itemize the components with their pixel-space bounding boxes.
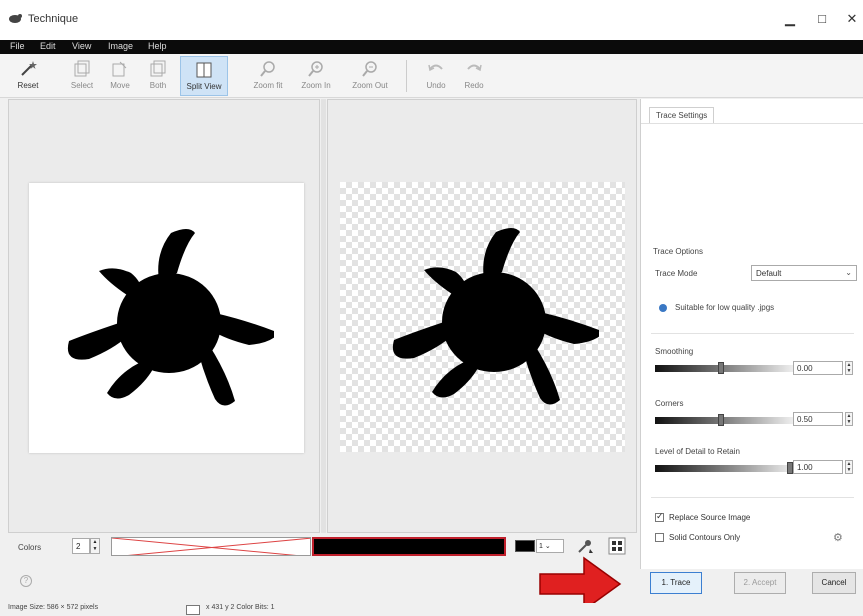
traced-view-pane[interactable]	[327, 99, 637, 533]
turtle-silhouette	[67, 229, 274, 406]
toolbar-separator	[406, 60, 407, 92]
detail-input[interactable]: 1.00	[793, 460, 843, 474]
corners-slider[interactable]	[655, 414, 793, 426]
gear-icon[interactable]: ⚙	[833, 532, 845, 544]
trace-settings-panel: Trace Settings Trace Options Trace Mode …	[640, 99, 863, 569]
transparent-color-swatch[interactable]	[111, 537, 311, 556]
select-icon	[74, 60, 90, 77]
wand-icon	[21, 61, 37, 76]
colors-count-stepper[interactable]: ▲ ▼	[90, 538, 100, 554]
trace-mode-value: Default	[756, 269, 782, 278]
color-preview-box	[186, 605, 200, 615]
eyedropper-icon[interactable]	[576, 537, 594, 555]
menu-image[interactable]: Image	[108, 41, 133, 51]
title-bar: Technique ▁ □ ✕	[0, 0, 863, 40]
zoom-fit-icon	[260, 61, 275, 77]
corners-label: Corners	[655, 399, 684, 408]
redo-button[interactable]: Redo	[450, 56, 498, 96]
corners-slider-thumb[interactable]	[718, 414, 724, 426]
trace-mode-hint: Suitable for low quality .jpgs	[675, 303, 775, 312]
info-icon	[659, 304, 667, 312]
black-color-swatch[interactable]	[312, 537, 506, 556]
trace-mode-label: Trace Mode	[655, 269, 698, 278]
split-view-button[interactable]: Split View	[180, 56, 228, 96]
menu-file[interactable]: File	[10, 41, 25, 51]
window-title: Technique	[28, 13, 79, 25]
traced-image[interactable]	[340, 182, 625, 452]
tracer-window: Technique ▁ □ ✕ File Edit View Image Hel…	[0, 0, 863, 616]
tab-trace-settings[interactable]: Trace Settings	[649, 107, 715, 123]
undo-icon	[428, 64, 443, 72]
menu-view[interactable]: View	[72, 41, 91, 51]
status-bar: Image Size: 586 × 572 pixels x 431 y 2 C…	[0, 603, 863, 616]
zoom-in-button[interactable]: Zoom In	[292, 56, 340, 96]
trace-button[interactable]: 1. Trace	[650, 572, 702, 594]
turtle-silhouette-traced	[392, 228, 599, 405]
smoothing-stepper[interactable]: ▲ ▼	[845, 361, 853, 375]
foreground-color-swatch[interactable]	[515, 540, 535, 552]
foreground-value: 1	[539, 543, 543, 550]
app-icon	[9, 14, 22, 23]
accept-button[interactable]: 2. Accept	[734, 572, 786, 594]
cursor-color-status: x 431 y 2 Color Bits: 1	[206, 604, 275, 611]
zoom-out-icon	[362, 61, 377, 77]
source-image[interactable]	[29, 183, 304, 453]
zoom-fit-button[interactable]: Zoom fit	[244, 56, 292, 96]
source-view-pane[interactable]	[8, 99, 320, 533]
image-size-status: Image Size: 586 × 572 pixels	[8, 604, 99, 611]
menu-edit[interactable]: Edit	[40, 41, 56, 51]
toolbar: Reset Select Move Both Split View Zoom f…	[0, 54, 863, 98]
minimize-button[interactable]: ▁	[776, 8, 804, 30]
solid-contours-label: Solid Contours Only	[669, 533, 741, 542]
colors-label: Colors	[18, 543, 42, 552]
no-color-cross	[112, 538, 310, 555]
section-divider	[651, 497, 854, 498]
detail-slider[interactable]	[655, 462, 793, 474]
both-icon	[150, 60, 166, 77]
corners-stepper[interactable]: ▲ ▼	[845, 412, 853, 426]
pane-splitter[interactable]	[321, 99, 326, 533]
help-icon[interactable]: ?	[20, 575, 32, 587]
detail-label: Level of Detail to Retain	[655, 447, 740, 456]
maximize-button[interactable]: □	[808, 8, 836, 30]
smoothing-slider-thumb[interactable]	[718, 362, 724, 374]
zoom-out-button[interactable]: Zoom Out	[346, 56, 394, 96]
solid-contours-checkbox[interactable]	[655, 533, 664, 542]
detail-stepper[interactable]: ▲ ▼	[845, 460, 853, 474]
redo-icon	[467, 64, 482, 72]
smoothing-slider[interactable]	[655, 362, 793, 374]
palette-grid-icon[interactable]	[608, 537, 626, 555]
trace-mode-select[interactable]: Default ⌄	[751, 265, 857, 281]
zoom-in-icon	[308, 61, 323, 77]
replace-source-label: Replace Source Image	[669, 513, 751, 522]
reset-button[interactable]: Reset	[4, 56, 52, 96]
both-button[interactable]: Both	[134, 56, 182, 96]
menu-help[interactable]: Help	[148, 41, 167, 51]
replace-source-checkbox[interactable]	[655, 511, 664, 522]
trace-options-title: Trace Options	[653, 247, 703, 256]
split-view-icon	[196, 62, 212, 78]
cancel-button[interactable]: Cancel	[812, 572, 856, 594]
menu-bar: File Edit View Image Help	[0, 40, 863, 54]
corners-input[interactable]: 0.50	[793, 412, 843, 426]
smoothing-input[interactable]: 0.00	[793, 361, 843, 375]
smoothing-label: Smoothing	[655, 347, 694, 356]
colors-count-input[interactable]: 2	[72, 538, 90, 554]
section-divider	[651, 333, 854, 334]
close-button[interactable]: ✕	[838, 8, 863, 30]
foreground-color-dropdown[interactable]: 1 ⌄	[536, 539, 564, 553]
tab-divider	[641, 123, 863, 124]
move-icon	[112, 61, 127, 77]
chevron-down-icon: ⌄	[845, 268, 852, 277]
